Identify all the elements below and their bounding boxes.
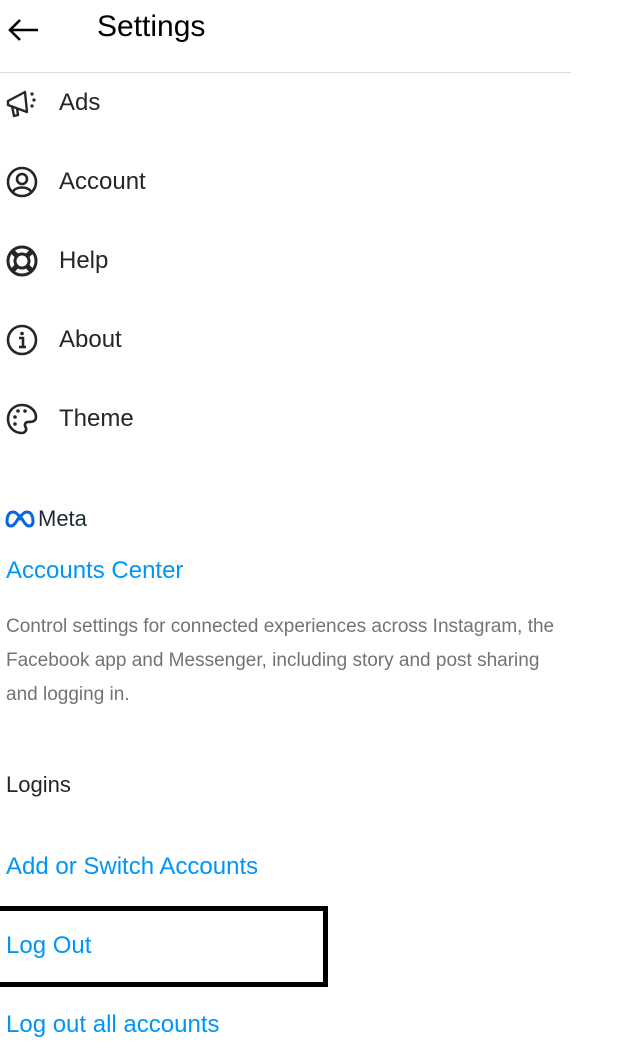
add-switch-accounts-link[interactable]: Add or Switch Accounts: [6, 853, 258, 881]
menu-item-ads[interactable]: Ads: [0, 73, 571, 133]
meta-infinity-icon: [5, 510, 35, 528]
meta-wordmark: Meta: [38, 506, 87, 531]
lifebuoy-icon: [5, 244, 39, 278]
info-icon: [5, 323, 39, 357]
menu-item-label: Help: [59, 247, 109, 274]
account-circle-icon: [5, 165, 39, 199]
arrow-left-icon: [8, 19, 38, 41]
accounts-center-description: Control settings for connected experienc…: [6, 616, 555, 705]
palette-icon: [5, 402, 39, 436]
menu-item-theme[interactable]: Theme: [0, 389, 571, 449]
accounts-center-link[interactable]: Accounts Center: [6, 557, 183, 585]
menu-item-label: Ads: [59, 89, 101, 116]
logins-section-title: Logins: [6, 772, 71, 797]
header: Settings: [0, 0, 571, 73]
menu-item-account[interactable]: Account: [0, 152, 571, 212]
megaphone-icon: [5, 86, 39, 120]
menu-item-label: Account: [59, 168, 146, 195]
log-out-all-accounts-link[interactable]: Log out all accounts: [6, 1011, 219, 1039]
menu-item-help[interactable]: Help: [0, 231, 571, 291]
page-title: Settings: [97, 10, 206, 43]
back-button[interactable]: [6, 12, 42, 48]
meta-logo: Meta: [5, 506, 87, 532]
menu-item-label: About: [59, 326, 122, 353]
menu-item-label: Theme: [59, 405, 134, 432]
highlight-box: [0, 906, 328, 987]
menu-item-about[interactable]: About: [0, 310, 571, 370]
